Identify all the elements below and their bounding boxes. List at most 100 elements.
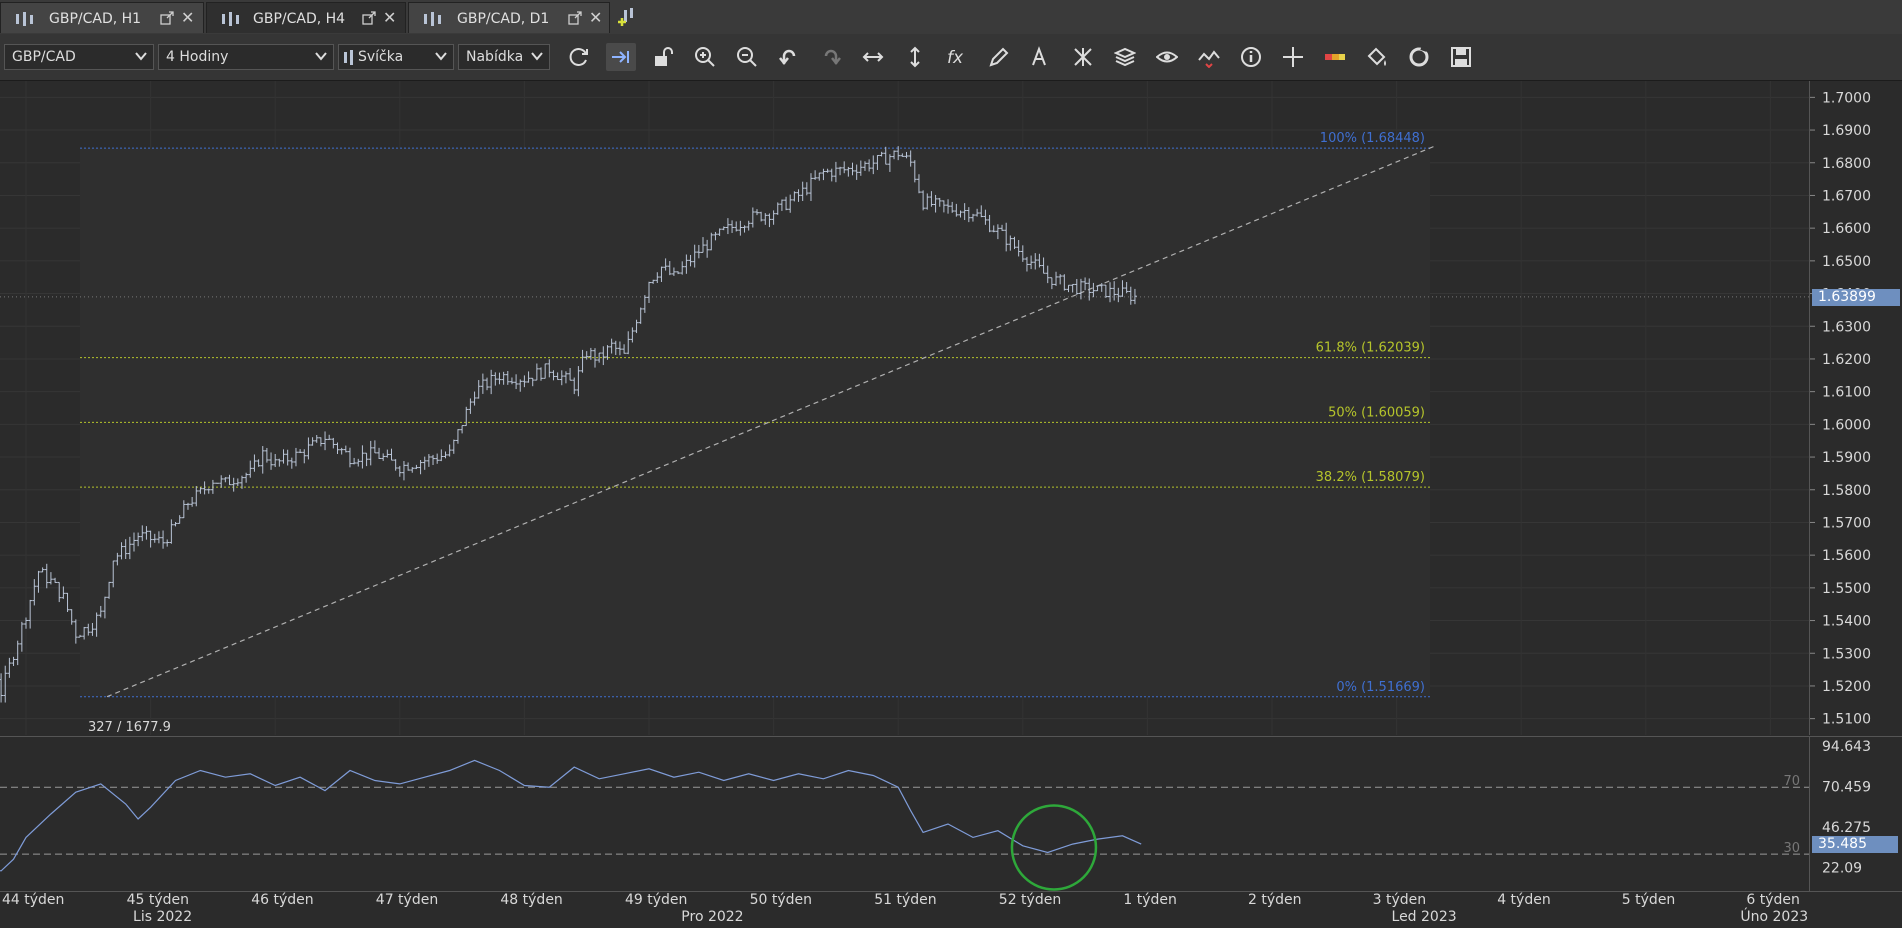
week-label: 52 týden bbox=[998, 892, 1062, 908]
price-tick-label: 1.6000 bbox=[1822, 417, 1871, 433]
price-tick-label: 1.6700 bbox=[1822, 188, 1871, 204]
month-label: Pro 2022 bbox=[681, 909, 744, 925]
zoom-out-icon bbox=[737, 47, 757, 67]
rsi-indicator-canvas[interactable]: 70 30 bbox=[0, 737, 1809, 891]
save-icon bbox=[1451, 47, 1471, 67]
popout-icon[interactable] bbox=[159, 10, 175, 26]
tab-gbpcad-h1[interactable]: GBP/CAD, H1 ✕ bbox=[0, 2, 204, 33]
price-tick-label: 1.5700 bbox=[1822, 515, 1871, 531]
tab-bar: GBP/CAD, H1 ✕ GBP/CAD, H4 ✕ GBP/CAD, D1 … bbox=[0, 0, 1902, 35]
timeframe-select[interactable]: 4 Hodiny bbox=[158, 44, 334, 70]
refresh-icon bbox=[569, 48, 588, 66]
time-axis[interactable]: 44 týden 45 týden 46 týden 47 týden 48 týden… bbox=[0, 891, 1902, 928]
price-side-select[interactable]: Nabídka bbox=[458, 44, 550, 70]
vertical-scale-icon bbox=[910, 46, 920, 68]
price-tick-label: 1.7000 bbox=[1822, 90, 1871, 106]
chevron-down-icon bbox=[435, 52, 447, 61]
popout-icon[interactable] bbox=[567, 10, 583, 26]
rsi-axis[interactable]: 94.643 70.459 46.275 22.09 bbox=[1809, 736, 1902, 891]
redo-icon bbox=[824, 49, 841, 66]
chart-type-select[interactable]: Svíčka bbox=[338, 44, 454, 70]
zoom-out-button[interactable] bbox=[732, 43, 762, 71]
fibonacci-level-label: 100% (1.68448) bbox=[1320, 131, 1425, 146]
text-tool-icon bbox=[1032, 46, 1046, 66]
tab-label: GBP/CAD, D1 bbox=[457, 11, 550, 27]
horizontal-scale-button[interactable] bbox=[858, 43, 888, 71]
save-button[interactable] bbox=[1446, 43, 1476, 71]
week-label: 49 týden bbox=[625, 892, 688, 908]
symbol-select[interactable]: GBP/CAD bbox=[4, 44, 154, 70]
sync-icon bbox=[1409, 46, 1429, 67]
paint-button[interactable] bbox=[1362, 43, 1392, 71]
price-tick-label: 1.5300 bbox=[1822, 646, 1871, 662]
week-label: 5 týden bbox=[1621, 892, 1676, 908]
sync-button[interactable] bbox=[1404, 43, 1434, 71]
price-tick-label: 1.6600 bbox=[1822, 221, 1871, 237]
price-tick-label: 1.5600 bbox=[1822, 548, 1871, 564]
week-label: 50 týden bbox=[749, 892, 813, 908]
close-icon[interactable]: ✕ bbox=[181, 8, 194, 27]
week-label: 1 týden bbox=[1123, 892, 1177, 908]
function-icon: fx bbox=[947, 48, 964, 68]
color-bar-button[interactable] bbox=[1320, 43, 1350, 71]
unlock-button[interactable] bbox=[648, 43, 678, 71]
chevron-down-icon bbox=[315, 52, 327, 61]
candles-icon bbox=[222, 12, 239, 26]
week-label: 47 týden bbox=[375, 892, 439, 908]
function-button[interactable]: fx bbox=[942, 43, 972, 71]
fibonacci-level-label: 0% (1.51669) bbox=[1336, 680, 1425, 695]
price-tick-label: 1.5400 bbox=[1822, 614, 1871, 630]
vertical-scale-button[interactable] bbox=[900, 43, 930, 71]
text-tool-button[interactable] bbox=[1026, 43, 1056, 71]
undo-button[interactable] bbox=[774, 43, 804, 71]
price-side-value: Nabídka bbox=[466, 49, 524, 65]
new-chart-tab-icon[interactable] bbox=[616, 6, 638, 28]
rsi-tick-label: 22.09 bbox=[1822, 860, 1862, 876]
current-price-tag: 1.63899 bbox=[1812, 288, 1900, 306]
fibonacci-level-label: 61.8% (1.62039) bbox=[1316, 341, 1425, 356]
close-icon[interactable]: ✕ bbox=[589, 8, 602, 27]
tab-label: GBP/CAD, H1 bbox=[49, 11, 142, 27]
tab-gbpcad-d1[interactable]: GBP/CAD, D1 ✕ bbox=[408, 2, 610, 33]
price-axis-canvas: 1.70001.69001.68001.67001.66001.65001.64… bbox=[1810, 90, 1871, 728]
timeframe-value: 4 Hodiny bbox=[166, 49, 229, 65]
crosshair-button[interactable] bbox=[1278, 43, 1308, 71]
price-axis[interactable]: 1.70001.69001.68001.67001.66001.65001.64… bbox=[1809, 81, 1902, 735]
week-label: 6 týden bbox=[1746, 892, 1800, 908]
candles-icon bbox=[424, 12, 441, 26]
rsi-indicator-panel[interactable]: 70 30 bbox=[0, 736, 1809, 891]
zoom-in-button[interactable] bbox=[690, 43, 720, 71]
price-chart-canvas[interactable]: 100% (1.68448) 61.8% (1.62039) 50% (1.6005… bbox=[0, 81, 1809, 735]
week-label: 46 týden bbox=[251, 892, 314, 908]
week-label: 3 týden bbox=[1372, 892, 1427, 908]
rsi-tick-label: 70.459 bbox=[1822, 779, 1871, 795]
month-label: Lis 2022 bbox=[133, 909, 193, 925]
indicators-button[interactable] bbox=[1194, 43, 1224, 71]
rsi-value-tag: 35.485 bbox=[1812, 835, 1898, 853]
chevron-down-icon bbox=[531, 52, 543, 61]
price-tick-label: 1.6900 bbox=[1822, 123, 1871, 139]
tab-gbpcad-h4[interactable]: GBP/CAD, H4 ✕ bbox=[206, 2, 406, 33]
fibonacci-level-label: 38.2% (1.58079) bbox=[1316, 470, 1425, 485]
price-tick-label: 1.5100 bbox=[1822, 712, 1871, 728]
rsi-tick-label: 46.275 bbox=[1822, 820, 1871, 836]
close-icon[interactable]: ✕ bbox=[383, 8, 396, 27]
rsi-level-label: 70 bbox=[1783, 774, 1800, 789]
chevron-down-icon bbox=[135, 52, 147, 61]
rsi-tick-label: 94.643 bbox=[1822, 739, 1871, 755]
week-label: 44 týden bbox=[2, 892, 65, 908]
pencil-button[interactable] bbox=[984, 43, 1014, 71]
refresh-button[interactable] bbox=[564, 43, 594, 71]
symbol-value: GBP/CAD bbox=[12, 49, 76, 65]
info-button[interactable] bbox=[1236, 43, 1266, 71]
auto-scroll-button[interactable] bbox=[606, 43, 636, 71]
price-chart[interactable]: 100% (1.68448) 61.8% (1.62039) 50% (1.6005… bbox=[0, 81, 1809, 735]
redo-button[interactable] bbox=[816, 43, 846, 71]
visibility-button[interactable] bbox=[1152, 43, 1182, 71]
crosshair-icon bbox=[1283, 47, 1303, 67]
layers-button[interactable] bbox=[1110, 43, 1140, 71]
week-label: 2 týden bbox=[1248, 892, 1302, 908]
price-tick-label: 1.5900 bbox=[1822, 450, 1871, 466]
popout-icon[interactable] bbox=[361, 10, 377, 26]
pattern-button[interactable] bbox=[1068, 43, 1098, 71]
